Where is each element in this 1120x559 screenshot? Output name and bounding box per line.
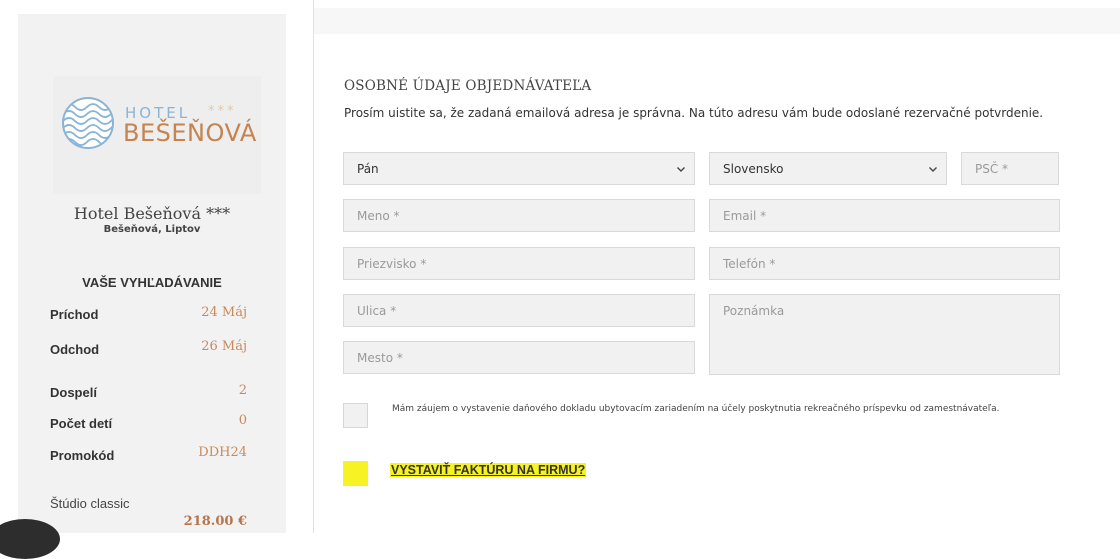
note-textarea[interactable]: Poznámka bbox=[709, 294, 1060, 375]
search-summary-heading: VAŠE VYHĽADÁVANIE bbox=[82, 275, 222, 290]
tax-document-consent-text: Mám záujem o vystavenie daňového dokladu… bbox=[392, 404, 1000, 414]
street-placeholder: Ulica * bbox=[357, 303, 397, 318]
adults-value: 2 bbox=[238, 383, 247, 398]
salutation-select[interactable]: Pán bbox=[343, 152, 695, 185]
email-placeholder: Email * bbox=[723, 208, 767, 223]
children-label: Počet detí bbox=[50, 416, 113, 431]
top-band bbox=[314, 8, 1120, 34]
phone-placeholder: Telefón * bbox=[723, 256, 776, 271]
departure-value: 26 Máj bbox=[201, 339, 247, 354]
chat-widget-button[interactable] bbox=[0, 519, 60, 559]
company-invoice-toggle[interactable]: VYSTAVIŤ FAKTÚRU NA FIRMU? bbox=[390, 463, 587, 477]
first-name-field[interactable]: Meno * bbox=[343, 199, 695, 232]
last-name-placeholder: Priezvisko * bbox=[357, 256, 427, 271]
city-placeholder: Mesto * bbox=[357, 350, 403, 365]
chevron-down-icon bbox=[929, 166, 937, 172]
note-placeholder: Poznámka bbox=[723, 304, 785, 318]
last-name-field[interactable]: Priezvisko * bbox=[343, 247, 695, 280]
country-value: Slovensko bbox=[723, 161, 784, 176]
zip-placeholder: PSČ * bbox=[975, 161, 1009, 176]
adults-label: Dospelí bbox=[50, 385, 97, 400]
hotel-logo: HOTEL *** BEŠEŇOVÁ bbox=[53, 76, 261, 194]
company-invoice-checkbox[interactable] bbox=[343, 461, 368, 486]
email-field[interactable]: Email * bbox=[709, 199, 1060, 232]
city-field[interactable]: Mesto * bbox=[343, 341, 695, 374]
children-value: 0 bbox=[238, 413, 247, 428]
promo-code-value: DDH24 bbox=[198, 445, 247, 460]
section-title: OSOBNÉ ÚDAJE OBJEDNÁVATEĽA bbox=[344, 78, 592, 94]
promo-code-label: Promokód bbox=[50, 448, 115, 463]
logo-word-name: BEŠEŇOVÁ bbox=[123, 119, 257, 147]
room-price: 218.00 € bbox=[183, 514, 247, 529]
first-name-placeholder: Meno * bbox=[357, 208, 400, 223]
arrival-label: Príchod bbox=[50, 307, 99, 322]
chevron-down-icon bbox=[677, 166, 685, 172]
logo-stars: *** bbox=[208, 104, 237, 119]
zip-field[interactable]: PSČ * bbox=[961, 152, 1059, 185]
hotel-location: Bešeňová, Liptov bbox=[103, 224, 201, 235]
salutation-value: Pán bbox=[357, 161, 379, 176]
email-notice: Prosím uistite sa, že zadaná emailová ad… bbox=[344, 106, 1044, 120]
hotel-name: Hotel Bešeňová *** bbox=[73, 204, 231, 223]
country-select[interactable]: Slovensko bbox=[709, 152, 947, 185]
street-field[interactable]: Ulica * bbox=[343, 294, 695, 327]
wave-emblem-icon bbox=[62, 97, 114, 149]
room-name: Štúdio classic bbox=[50, 496, 130, 511]
booking-summary-sidebar: HOTEL *** BEŠEŇOVÁ Hotel Bešeňová *** Be… bbox=[18, 14, 286, 533]
arrival-value: 24 Máj bbox=[201, 305, 247, 320]
panel-divider bbox=[313, 0, 314, 533]
phone-field[interactable]: Telefón * bbox=[709, 247, 1060, 280]
tax-document-checkbox[interactable] bbox=[343, 403, 368, 428]
departure-label: Odchod bbox=[50, 342, 100, 357]
